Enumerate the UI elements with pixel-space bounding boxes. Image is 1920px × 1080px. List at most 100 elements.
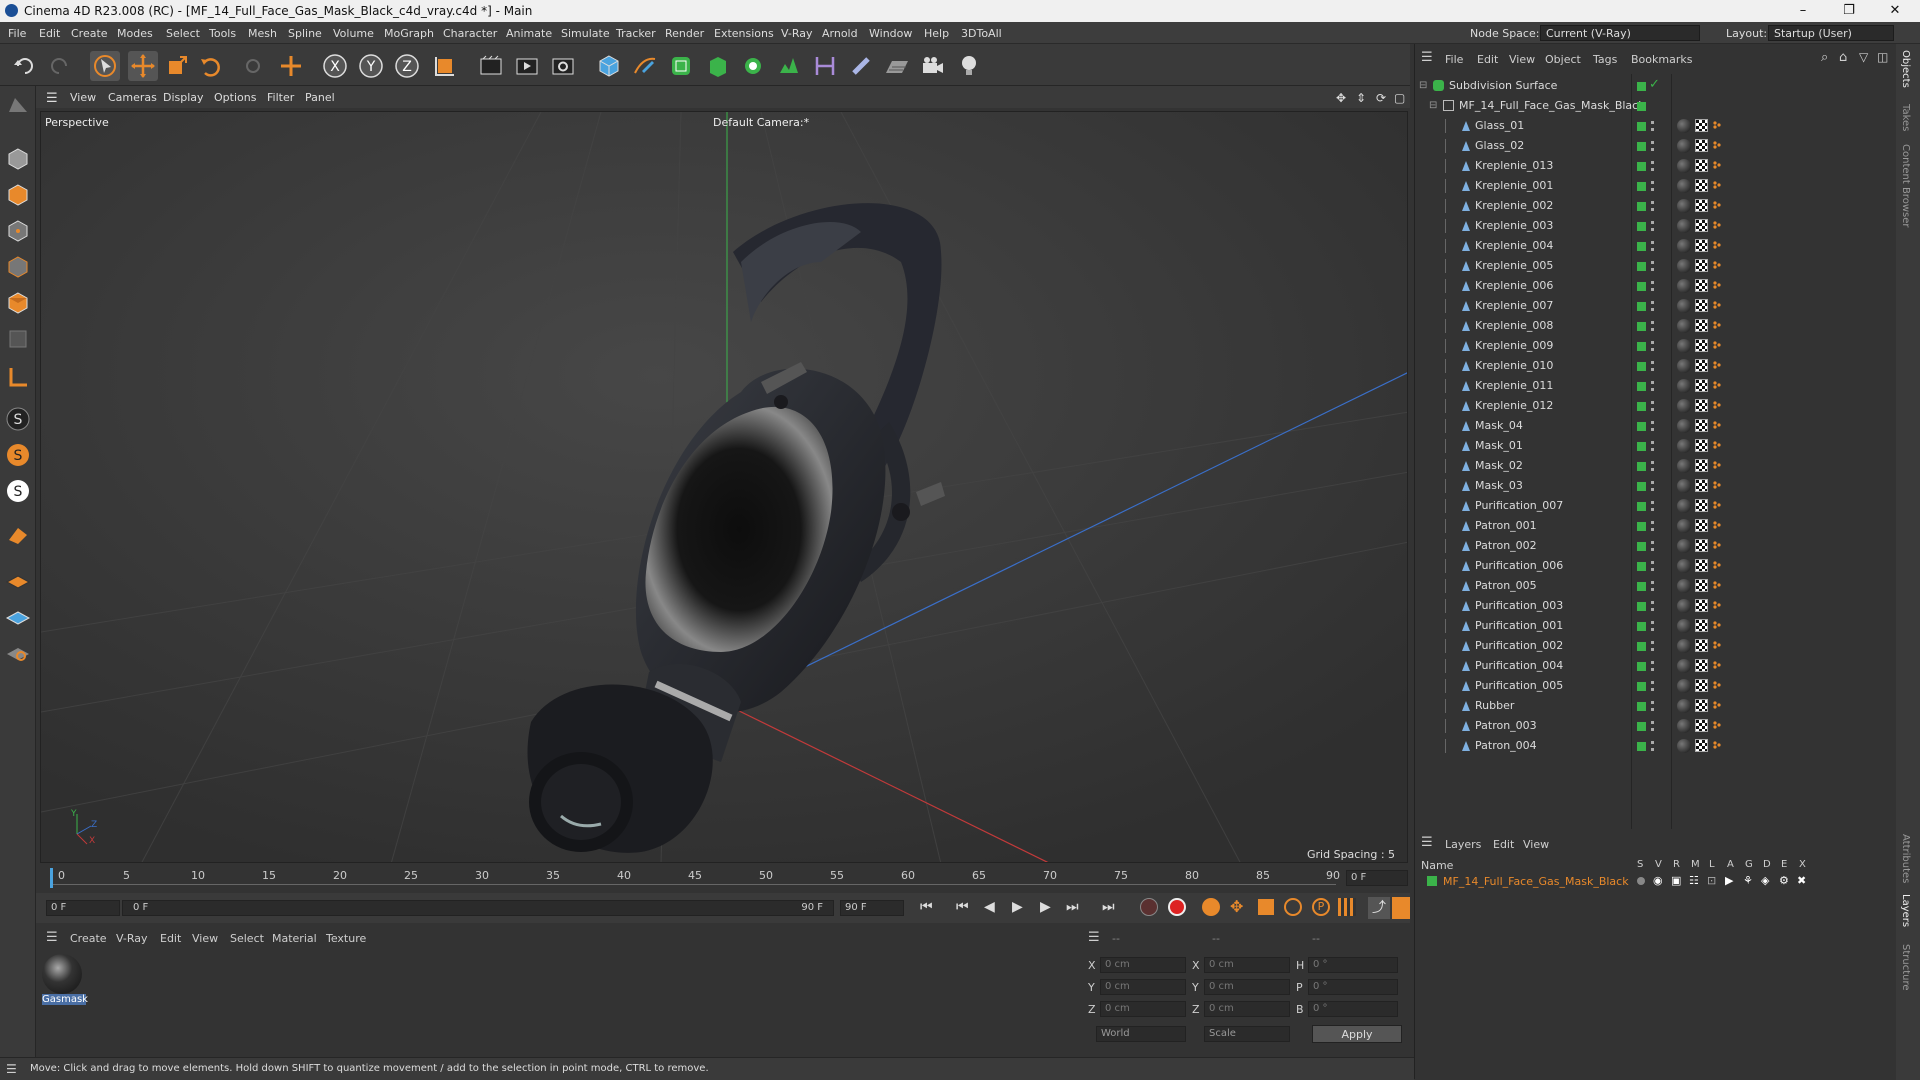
key-scale-icon[interactable]: [1258, 899, 1274, 915]
scale-mode-select[interactable]: Scale: [1204, 1026, 1290, 1042]
move-tool-icon[interactable]: [128, 51, 158, 81]
floor-icon[interactable]: [882, 51, 912, 81]
render-visibility-icon[interactable]: [1651, 241, 1654, 251]
extrude-icon[interactable]: [702, 51, 732, 81]
object-row[interactable]: Mask_03: [1415, 476, 1895, 496]
vray-tag-icon[interactable]: [1713, 641, 1721, 649]
material-tag-icon[interactable]: [1677, 519, 1691, 533]
make-editable-icon[interactable]: [3, 90, 33, 120]
material-tag-icon[interactable]: [1677, 619, 1691, 633]
layer-manager-icon[interactable]: ☷: [1689, 874, 1699, 887]
size-y-field[interactable]: 0 cm: [1204, 979, 1290, 995]
material-tag-icon[interactable]: [1677, 319, 1691, 333]
go-to-end-icon[interactable]: ⏭: [1102, 899, 1115, 915]
tab-layers[interactable]: Layers: [1900, 894, 1911, 927]
objects-menu-edit[interactable]: Edit: [1477, 53, 1498, 66]
uvw-tag-icon[interactable]: [1695, 159, 1708, 172]
visibility-dot[interactable]: [1637, 582, 1646, 591]
render-visibility-icon[interactable]: [1651, 301, 1654, 311]
menu-tools[interactable]: Tools: [209, 27, 236, 40]
uvw-tag-icon[interactable]: [1695, 299, 1708, 312]
menu-create[interactable]: Create: [71, 27, 108, 40]
layer-deformer-icon[interactable]: ◈: [1761, 874, 1769, 887]
vray-tag-icon[interactable]: [1713, 161, 1721, 169]
render-visibility-icon[interactable]: [1651, 481, 1654, 491]
render-visibility-icon[interactable]: [1651, 441, 1654, 451]
light-bulb-icon[interactable]: [954, 51, 984, 81]
rotate-tool-icon[interactable]: [196, 51, 226, 81]
material-tag-icon[interactable]: [1677, 459, 1691, 473]
object-row[interactable]: Purification_006: [1415, 556, 1895, 576]
viewport-menu-filter[interactable]: Filter: [267, 91, 294, 104]
uvw-tag-icon[interactable]: [1695, 419, 1708, 432]
previous-frame-icon[interactable]: ◀: [984, 899, 995, 915]
layers-menu-edit[interactable]: Edit: [1493, 838, 1514, 851]
layers-hamburger-icon[interactable]: ☰: [1421, 835, 1433, 850]
visibility-dot[interactable]: [1637, 502, 1646, 511]
viewport-maximize-icon[interactable]: ▢: [1394, 91, 1405, 105]
object-row[interactable]: Kreplenie_003: [1415, 216, 1895, 236]
vray-tag-icon[interactable]: [1713, 341, 1721, 349]
material-tag-icon[interactable]: [1677, 739, 1691, 753]
object-row[interactable]: Purification_004: [1415, 656, 1895, 676]
mograph-cloner-icon[interactable]: [738, 51, 768, 81]
viewport-hamburger-icon[interactable]: ☰: [46, 91, 58, 106]
current-frame-field[interactable]: 0 F: [1346, 870, 1408, 886]
vray-tag-icon[interactable]: [1713, 661, 1721, 669]
vray-tag-icon[interactable]: [1713, 421, 1721, 429]
layers-menu-layers[interactable]: Layers: [1445, 838, 1481, 851]
render-visibility-icon[interactable]: [1651, 381, 1654, 391]
uvw-tag-icon[interactable]: [1695, 239, 1708, 252]
vray-tag-icon[interactable]: [1713, 481, 1721, 489]
vray-tag-icon[interactable]: [1713, 221, 1721, 229]
layer-generator-icon[interactable]: ⚘: [1743, 874, 1753, 887]
material-tag-icon[interactable]: [1677, 639, 1691, 653]
cube-icon[interactable]: [594, 51, 624, 81]
uvw-tag-icon[interactable]: [1695, 559, 1708, 572]
object-row[interactable]: Kreplenie_005: [1415, 256, 1895, 276]
grid-planar-icon[interactable]: [3, 564, 33, 594]
menu-file[interactable]: File: [8, 27, 26, 40]
motion-mode-icon[interactable]: ⤴: [1368, 897, 1390, 919]
object-row[interactable]: Rubber: [1415, 696, 1895, 716]
objects-menu-object[interactable]: Object: [1545, 53, 1581, 66]
spline-pen-icon[interactable]: [630, 51, 660, 81]
vray-tag-icon[interactable]: [1713, 261, 1721, 269]
render-visibility-icon[interactable]: [1651, 501, 1654, 511]
visibility-dot[interactable]: [1637, 702, 1646, 711]
object-row[interactable]: Kreplenie_011: [1415, 376, 1895, 396]
vray-tag-icon[interactable]: [1713, 741, 1721, 749]
material-menu-material[interactable]: Material: [272, 932, 317, 945]
vray-tag-icon[interactable]: [1713, 541, 1721, 549]
material-tag-icon[interactable]: [1677, 679, 1691, 693]
render-visibility-icon[interactable]: [1651, 621, 1654, 631]
visibility-dot[interactable]: [1637, 302, 1646, 311]
size-z-field[interactable]: 0 cm: [1204, 1001, 1290, 1017]
locked-workplane-icon[interactable]: [3, 600, 33, 630]
undo-icon[interactable]: [10, 51, 40, 81]
menu-select[interactable]: Select: [166, 27, 200, 40]
menu-character[interactable]: Character: [443, 27, 497, 40]
uvw-tag-icon[interactable]: [1695, 539, 1708, 552]
vray-tag-icon[interactable]: [1713, 461, 1721, 469]
material-tag-icon[interactable]: [1677, 659, 1691, 673]
object-row[interactable]: Purification_002: [1415, 636, 1895, 656]
previous-key-icon[interactable]: ⏮: [956, 899, 969, 915]
record-keys-icon[interactable]: [1140, 898, 1158, 916]
object-row[interactable]: Kreplenie_007: [1415, 296, 1895, 316]
uvw-tag-icon[interactable]: [1695, 439, 1708, 452]
visibility-dot[interactable]: [1637, 382, 1646, 391]
material-tag-icon[interactable]: [1677, 579, 1691, 593]
object-row[interactable]: Mask_02: [1415, 456, 1895, 476]
visibility-dot[interactable]: [1637, 242, 1646, 251]
visibility-dot[interactable]: [1637, 742, 1646, 751]
material-menu-view[interactable]: View: [192, 932, 218, 945]
vray-tag-icon[interactable]: [1713, 441, 1721, 449]
visibility-dot[interactable]: [1637, 362, 1646, 371]
uvw-tag-icon[interactable]: [1695, 339, 1708, 352]
menu-mograph[interactable]: MoGraph: [384, 27, 434, 40]
uvw-tag-icon[interactable]: [1695, 579, 1708, 592]
uvw-tag-icon[interactable]: [1695, 319, 1708, 332]
material-tag-icon[interactable]: [1677, 239, 1691, 253]
layer-view-icon[interactable]: ◉: [1653, 874, 1663, 887]
